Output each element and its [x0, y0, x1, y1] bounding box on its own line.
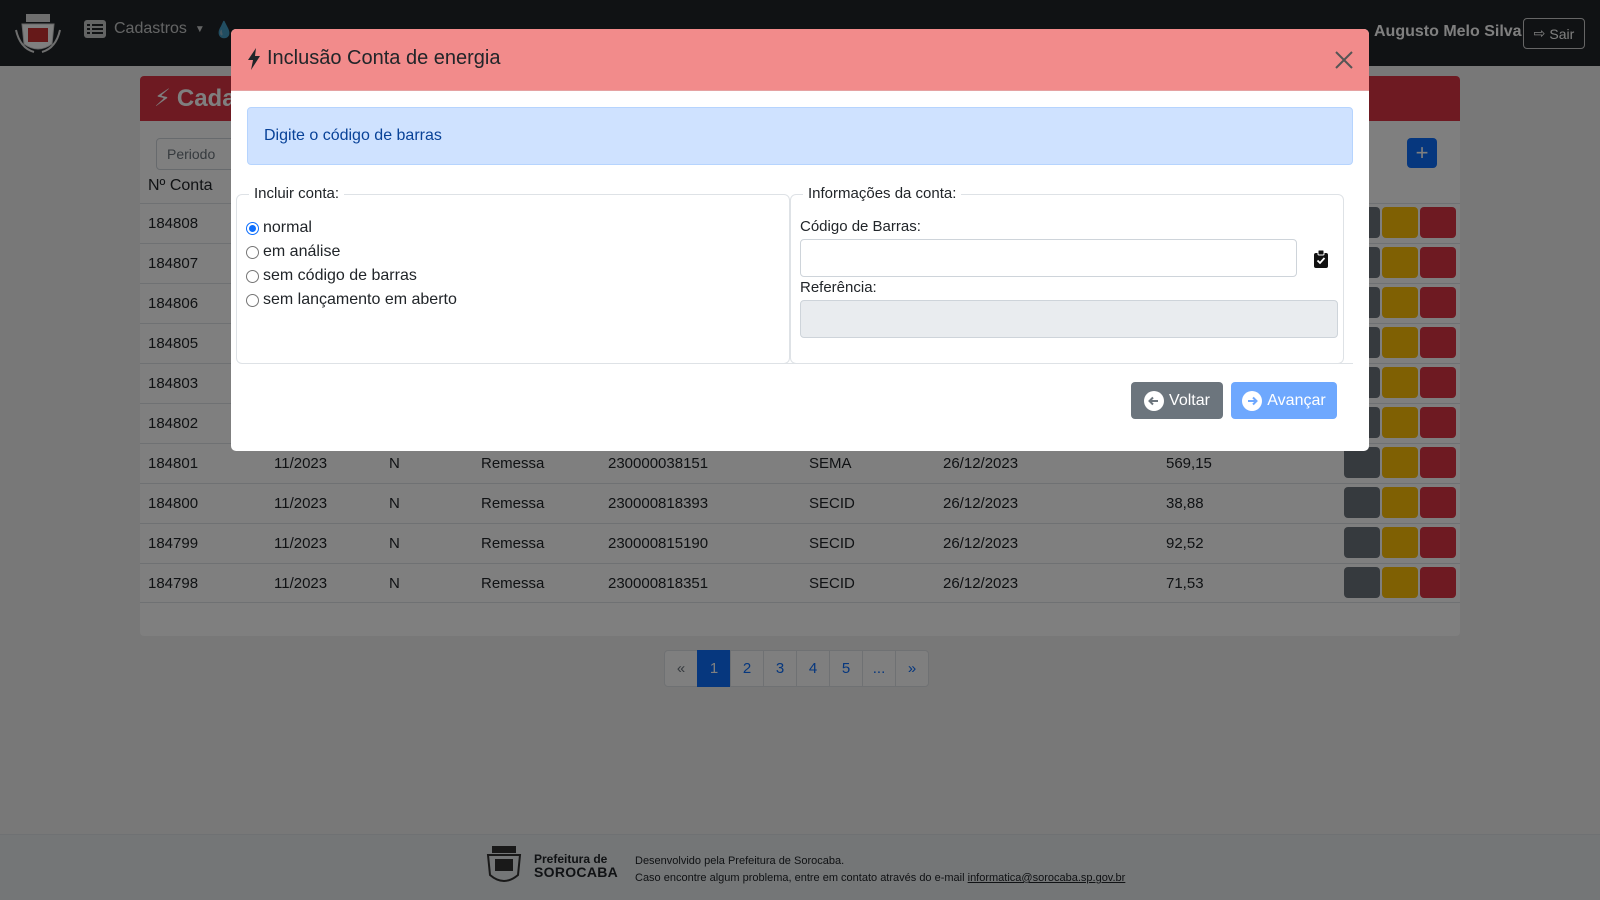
arrow-right-circle-icon — [1242, 390, 1263, 411]
option-sem-codigo-label: sem código de barras — [263, 267, 417, 284]
modal-divider — [247, 363, 1353, 364]
barcode-label: Código de Barras: — [800, 218, 921, 235]
modal-title-text: Inclusão Conta de energia — [267, 47, 501, 69]
radio-em-analise[interactable] — [246, 245, 259, 259]
avancar-button[interactable]: Avançar — [1231, 382, 1337, 419]
referencia-input — [800, 300, 1338, 338]
option-sem-lancamento[interactable]: sem lançamento em aberto — [246, 291, 457, 309]
barcode-input[interactable] — [800, 239, 1297, 277]
option-sem-lancamento-label: sem lançamento em aberto — [263, 291, 457, 308]
modal-header: Inclusão Conta de energia — [231, 29, 1369, 91]
close-icon[interactable] — [1333, 49, 1355, 71]
info-conta-legend: Informações da conta: — [803, 185, 962, 202]
option-em-analise[interactable]: em análise — [246, 243, 340, 261]
option-em-analise-label: em análise — [263, 243, 341, 260]
radio-normal[interactable] — [246, 221, 259, 235]
arrow-left-circle-icon — [1144, 390, 1165, 411]
clipboard-check-icon[interactable] — [1313, 250, 1329, 268]
barcode-alert: Digite o código de barras — [247, 107, 1353, 165]
incluir-conta-fieldset: Incluir conta: normal em análise sem cód… — [236, 185, 790, 364]
avancar-label: Avançar — [1267, 391, 1326, 409]
inclusao-modal: Inclusão Conta de energia Digite o códig… — [231, 29, 1369, 451]
voltar-button[interactable]: Voltar — [1131, 382, 1223, 419]
bolt-icon — [248, 47, 260, 70]
voltar-label: Voltar — [1169, 391, 1210, 409]
option-normal-label: normal — [263, 219, 312, 236]
option-sem-codigo[interactable]: sem código de barras — [246, 267, 417, 285]
referencia-label: Referência: — [800, 279, 877, 296]
option-normal[interactable]: normal — [246, 219, 312, 237]
incluir-conta-legend: Incluir conta: — [249, 185, 345, 202]
modal-title: Inclusão Conta de energia — [247, 47, 501, 70]
info-conta-fieldset: Informações da conta: Código de Barras: … — [790, 185, 1344, 364]
radio-sem-lancamento[interactable] — [246, 293, 259, 307]
radio-sem-codigo[interactable] — [246, 269, 259, 283]
